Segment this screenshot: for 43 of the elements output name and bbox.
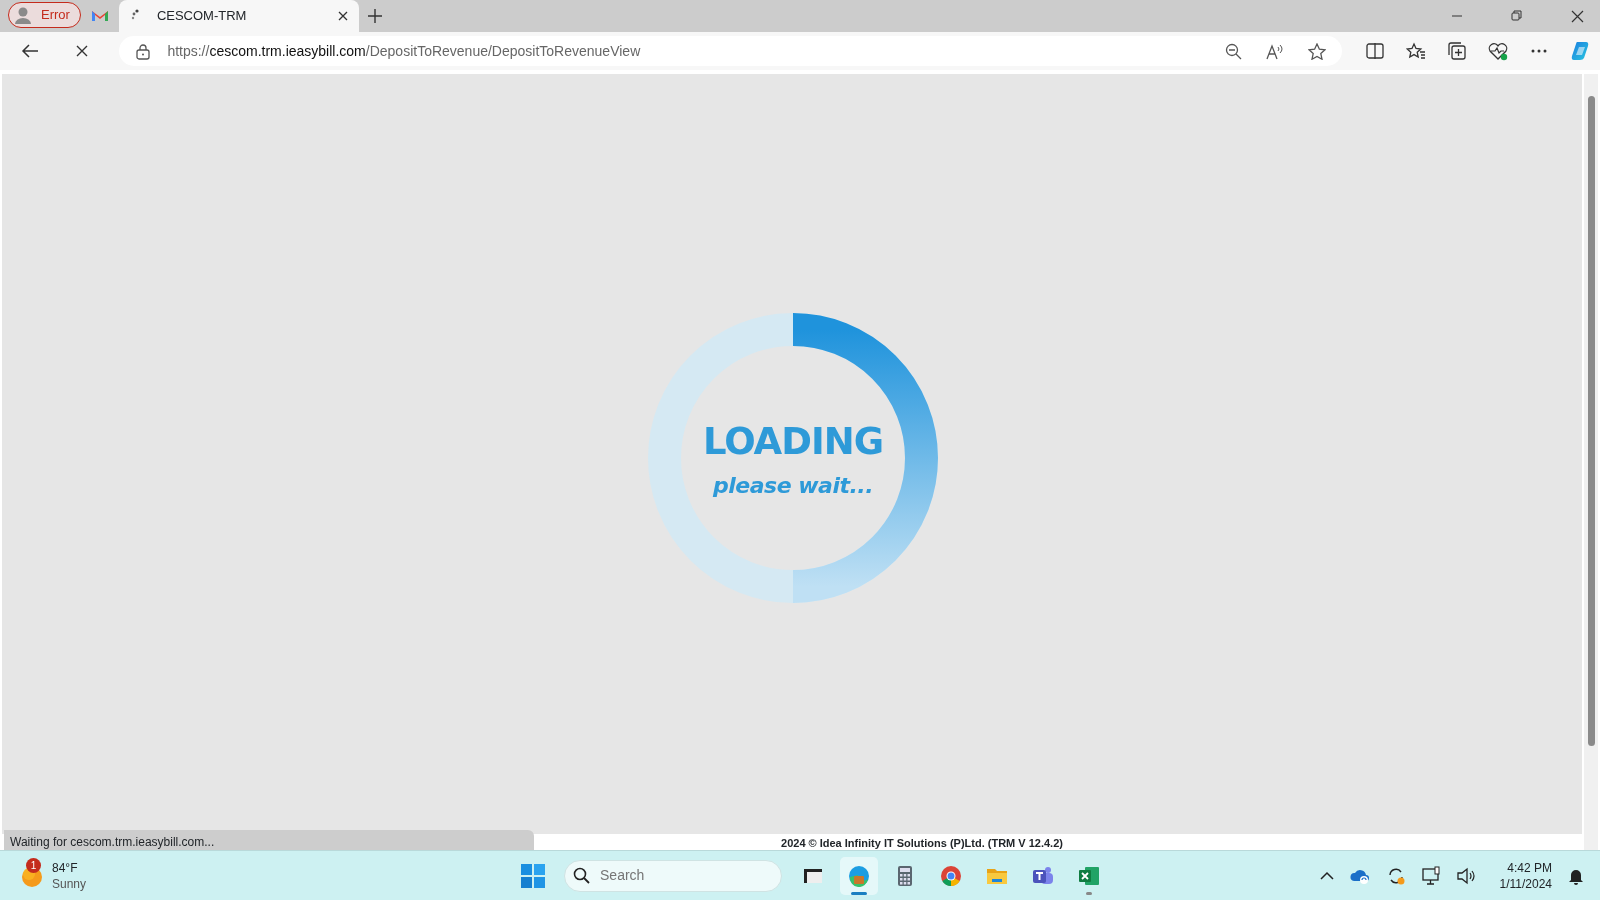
profile-button[interactable]: Error [8,2,81,28]
volume-icon[interactable] [1456,866,1476,885]
clock[interactable]: 4:42 PM 1/11/2024 [1499,859,1552,892]
start-icon[interactable] [521,863,546,888]
teams-icon [1032,864,1055,887]
weather-condition: Sunny [52,875,87,892]
weather-widget[interactable]: 1 84°F Sunny [16,859,87,892]
mail-icon [90,8,109,24]
scrollbar[interactable] [1584,74,1598,852]
browser-icon [848,864,871,887]
back-icon[interactable] [20,42,39,60]
search-box[interactable]: Search [564,859,783,892]
restore-icon[interactable] [1511,10,1523,22]
chevron-up-icon[interactable] [1319,870,1334,881]
close-icon[interactable] [1571,9,1584,23]
read-aloud-icon[interactable] [1266,42,1284,60]
browser-tab[interactable]: CESCOM-TRM [118,0,359,32]
tab-title: CESCOM-TRM [156,7,247,26]
avatar-icon [13,5,33,25]
zoom-out-icon[interactable] [1225,42,1242,60]
stop-icon[interactable] [74,44,89,58]
collections-icon[interactable] [1448,42,1466,60]
notification-count: 1 [26,857,41,873]
lock-icon [135,42,152,60]
url-text: https://cescom.trm.ieasybill.com/DepositToRevenue/DepositToRevenueView [167,41,642,61]
search-field[interactable]: Search [598,864,749,887]
new-tab-icon[interactable] [366,8,383,24]
address-bar[interactable]: https://cescom.trm.ieasybill.com/DepositToRevenue/DepositToRevenueView [119,36,1342,66]
more-icon[interactable] [1530,47,1548,55]
split-screen-icon[interactable] [1366,42,1384,60]
footer-text: 2024 © Idea Infinity IT Solutions (P)Ltd. (TRM V 12.4.2) [781,835,1063,851]
favorites-icon[interactable] [1406,42,1426,60]
temperature: 84°F [52,859,79,876]
close-icon[interactable] [336,10,349,22]
star-icon[interactable] [1308,42,1326,60]
search-icon [573,867,591,884]
spreadsheet-icon [1078,864,1101,887]
status-text: Waiting for cescom.trm.ieasybill.com... [4,830,534,852]
network-icon[interactable] [1421,866,1441,885]
loading-title: LOADING [702,418,884,465]
chrome-icon [940,864,963,887]
loading-subtitle: please wait... [713,472,873,501]
health-icon[interactable] [1488,41,1508,61]
